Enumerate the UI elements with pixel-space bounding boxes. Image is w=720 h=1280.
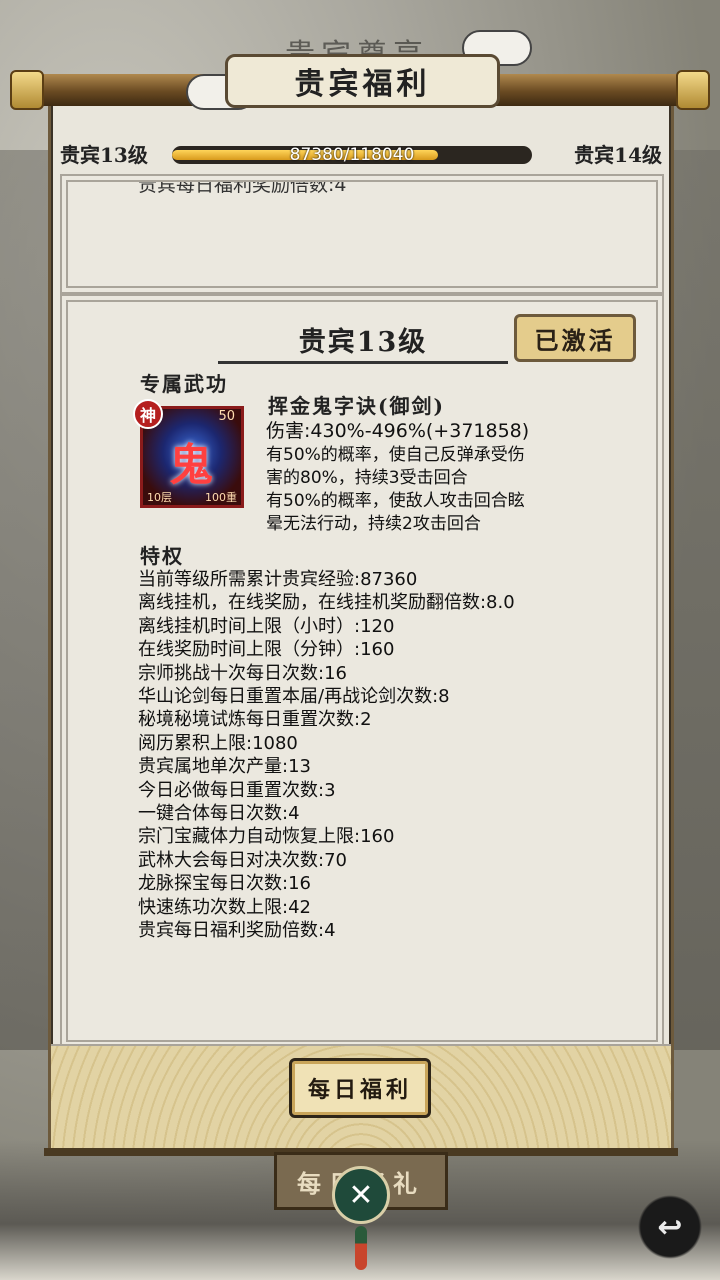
- skill-effect-line: 害的80%，持续3受击回合: [266, 468, 468, 488]
- previous-level-card[interactable]: 贵宾每日福利奖励倍数:4: [66, 180, 658, 288]
- rod-cap-right: [676, 70, 710, 110]
- privilege-item: 阅历累积上限:1080: [138, 732, 298, 754]
- right-mountain-decoration: [670, 150, 720, 1050]
- privilege-item: 贵宾属地单次产量:13: [138, 756, 311, 778]
- tassel-decoration: [355, 1226, 367, 1270]
- privilege-item: 快速练功次数上限:42: [138, 896, 311, 918]
- privilege-item: 今日必做每日重置次数:3: [138, 779, 336, 801]
- privilege-item: 宗门宝藏体力自动恢复上限:160: [138, 826, 395, 848]
- rod-cap-left: [10, 70, 44, 110]
- privileges-list: 当前等级所需累计贵宾经验:87360 离线挂机，在线奖励，在线挂机奖励翻倍数:8…: [138, 568, 638, 943]
- privilege-item: 秘境秘境试炼每日重置次数:2: [138, 709, 372, 731]
- skill-name: 挥金鬼字诀(御剑): [268, 394, 445, 418]
- ghost-glyph-icon: 鬼: [169, 440, 213, 491]
- privilege-item: 离线挂机时间上限（小时）:120: [138, 615, 395, 637]
- vip-level-title: 贵宾13级: [218, 320, 508, 364]
- skill-effect-line: 有50%的概率，使敌人攻击回合眩: [266, 491, 525, 511]
- exclusive-skill-heading: 专属武功: [140, 372, 228, 396]
- activated-badge: 已激活: [514, 314, 636, 362]
- privilege-item: 龙脉探宝每日次数:16: [138, 873, 311, 895]
- close-button[interactable]: ✕: [332, 1166, 390, 1224]
- privilege-item: 华山论剑每日重置本届/再战论剑次数:8: [138, 686, 450, 708]
- privilege-item: 宗师挑战十次每日次数:16: [138, 662, 347, 684]
- vip-progress-bar: 87380/118040: [172, 146, 532, 164]
- skill-icon-count: 100重: [205, 491, 237, 504]
- close-icon: ✕: [348, 1177, 374, 1213]
- previous-card-cut-text: 贵宾每日福利奖励倍数:4: [138, 180, 347, 196]
- privilege-item: 当前等级所需累计贵宾经验:87360: [138, 569, 418, 590]
- vip-progress-row: 贵宾13级 87380/118040 贵宾14级: [52, 130, 668, 176]
- skill-icon-layers: 10层: [147, 491, 172, 504]
- daily-benefit-button[interactable]: 每日福利: [289, 1058, 431, 1118]
- skill-effect-line: 晕无法行动，持续2攻击回合: [266, 514, 481, 534]
- vip-level-card[interactable]: 贵宾13级 已激活 专属武功 神 鬼 50 10层 100重 挥金鬼字诀(御剑)…: [66, 300, 658, 1042]
- current-vip-level: 贵宾13级: [60, 142, 148, 167]
- privilege-item: 贵宾每日福利奖励倍数:4: [138, 920, 336, 942]
- back-arrow-icon: ↩: [657, 1209, 683, 1245]
- skill-damage: 伤害:430%-496%(+371858): [266, 420, 530, 442]
- vip-progress-text: 87380/118040: [289, 146, 415, 164]
- skill-icon[interactable]: 神 鬼 50 10层 100重: [133, 399, 244, 508]
- next-vip-level: 贵宾14级: [574, 142, 662, 167]
- skill-effect-line: 有50%的概率，使自己反弹承受伤: [266, 445, 525, 465]
- back-button[interactable]: ↩: [630, 1192, 710, 1262]
- privilege-item: 离线挂机，在线奖励，在线挂机奖励翻倍数:8.0: [138, 592, 515, 614]
- privilege-item: 武林大会每日对决次数:70: [138, 849, 347, 871]
- privilege-item: 在线奖励时间上限（分钟）:160: [138, 639, 395, 661]
- skill-icon-level: 50: [218, 409, 235, 424]
- skill-description: 有50%的概率，使自己反弹承受伤 害的80%，持续3受击回合 有50%的概率，使…: [266, 444, 606, 536]
- privilege-item: 一键合体每日次数:4: [138, 803, 300, 825]
- tier-badge-icon: 神: [133, 399, 163, 429]
- privileges-heading: 特权: [140, 544, 184, 568]
- page-title: 贵宾福利: [225, 54, 500, 108]
